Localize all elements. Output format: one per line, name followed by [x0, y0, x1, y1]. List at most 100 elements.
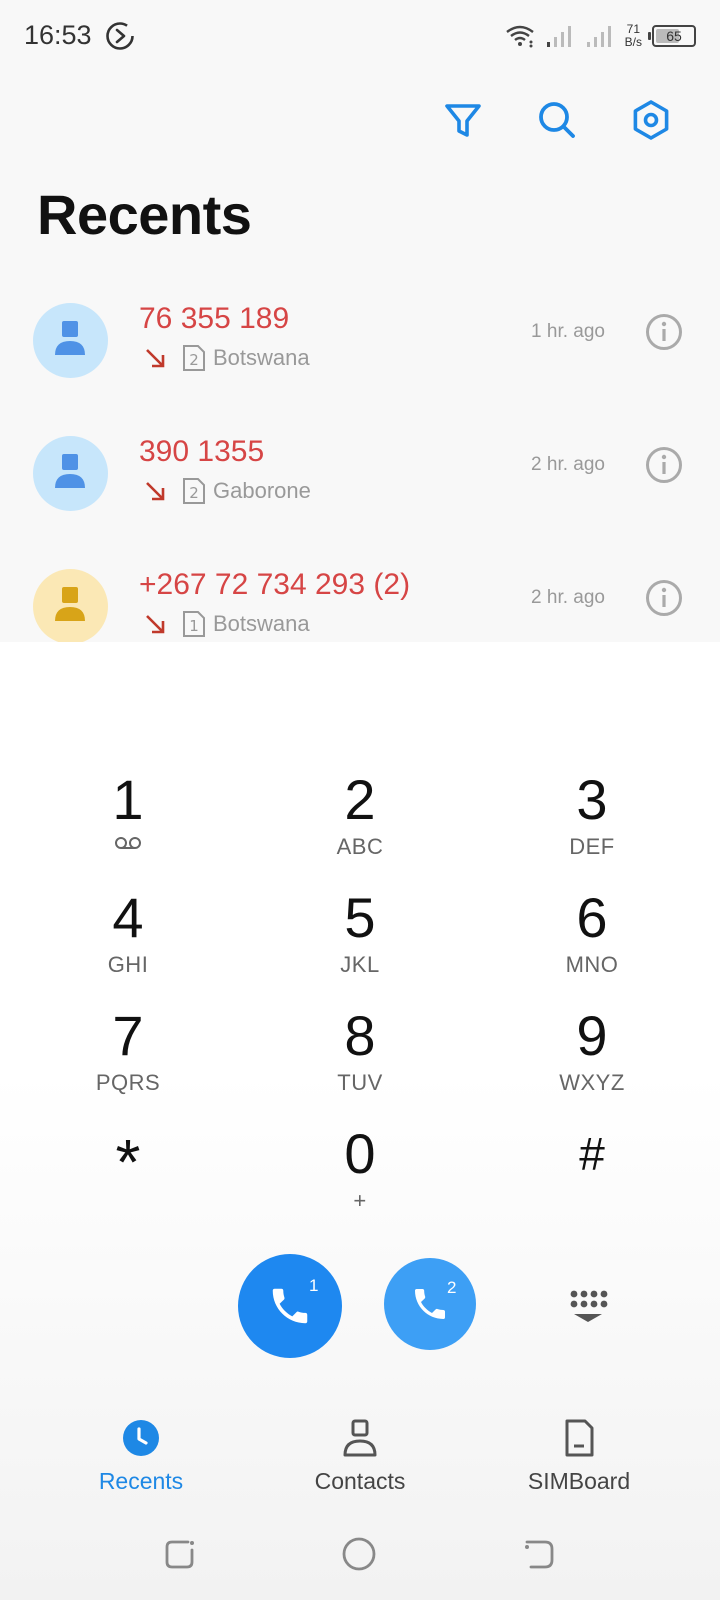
wifi-icon [505, 25, 534, 48]
battery-icon: 65 [648, 25, 696, 47]
timer-icon [106, 22, 134, 50]
system-navigation-bar [0, 1530, 720, 1580]
call-count: (2) [373, 568, 411, 601]
key-letters: GHI [107, 952, 149, 977]
call-time: 1 hr. ago [531, 321, 605, 342]
dialpad-key-4[interactable]: 4 GHI [48, 888, 208, 1000]
status-time: 16:53 [24, 20, 92, 50]
status-bar: 16:53 71 B/s 65 [0, 0, 720, 72]
call-number: 76 355 189 [139, 302, 289, 336]
phone-icon [272, 1288, 308, 1324]
call-log-item[interactable]: 76 355 189 2 Botswana 1 hr. ago [0, 280, 720, 416]
key-digit: 8 [344, 1004, 376, 1067]
key-digit: 3 [576, 768, 608, 831]
tab-recents-label: Recents [98, 1468, 184, 1494]
call-sim2-button[interactable]: 2 [384, 1258, 476, 1350]
call-number-text: 76 355 189 [139, 302, 290, 335]
dialpad-key-7[interactable]: 7 PQRS [48, 1006, 208, 1118]
call-sim1-button[interactable]: 1 [238, 1254, 342, 1358]
person-icon [55, 454, 85, 488]
call-location: Botswana [213, 611, 310, 636]
sim-card-icon: 2 [183, 345, 205, 371]
person-icon [343, 1419, 377, 1457]
back-icon[interactable] [521, 1536, 557, 1572]
key-letters: ABC [336, 834, 384, 859]
voicemail-icon [115, 837, 141, 849]
sim-card-icon [565, 1419, 594, 1457]
call-time: 2 hr. ago [531, 587, 605, 608]
tab-recents[interactable]: Recents [51, 1410, 231, 1495]
key-digit: 9 [576, 1004, 608, 1067]
clock-icon [123, 1420, 159, 1456]
filter-icon[interactable] [441, 98, 485, 142]
key-digit: 2 [344, 768, 376, 831]
call-number-text: 390 1355 [139, 435, 265, 468]
key-digit: 4 [112, 886, 144, 949]
sim-number: 1 [189, 617, 199, 635]
info-icon[interactable] [645, 579, 683, 617]
phone-icon [415, 1289, 445, 1319]
call-location: Gaborone [213, 478, 311, 503]
person-icon [55, 321, 85, 355]
person-icon [55, 587, 85, 621]
missed-call-arrow-icon [146, 349, 165, 368]
recents-list: 76 355 189 2 Botswana 1 hr. ago 390 1355… [0, 280, 720, 642]
dialpad-key-8[interactable]: 8 TUV [280, 1006, 440, 1118]
key-letters: TUV [337, 1070, 383, 1095]
dialpad-key-2[interactable]: 2 ABC [280, 770, 440, 882]
settings-icon[interactable] [629, 98, 673, 142]
sim-label: 1 [309, 1276, 319, 1295]
signal-sim1-icon [546, 26, 571, 47]
key-digit: * [115, 1126, 141, 1198]
key-letters: JKL [340, 952, 380, 977]
dialpad-key-9[interactable]: 9 WXYZ [512, 1006, 672, 1118]
key-letters: MNO [565, 952, 619, 977]
dialpad-key-1[interactable]: 1 [48, 770, 208, 882]
contact-avatar [33, 569, 108, 642]
key-letters: WXYZ [559, 1070, 625, 1095]
dialpad-key-5[interactable]: 5 JKL [280, 888, 440, 1000]
info-icon[interactable] [645, 313, 683, 351]
call-meta: 2 Botswana [143, 344, 310, 372]
key-digit: # [579, 1128, 605, 1180]
sim-card-icon: 2 [183, 478, 205, 504]
dialpad-key-3[interactable]: 3 DEF [512, 770, 672, 882]
key-digit: 0 [344, 1122, 376, 1185]
search-icon[interactable] [535, 98, 579, 142]
recent-apps-icon[interactable] [162, 1536, 198, 1572]
status-indicators: 71 B/s 65 [505, 18, 696, 54]
tab-simboard-label: SIMBoard [527, 1468, 631, 1494]
sim-number: 2 [189, 484, 199, 502]
key-letters: DEF [569, 834, 615, 859]
missed-call-arrow-icon [146, 482, 165, 501]
tab-simboard[interactable]: SIMBoard [489, 1410, 669, 1495]
dialpad-key-star[interactable]: * [48, 1124, 208, 1236]
sim-number: 2 [189, 351, 199, 369]
page-title: Recents [37, 183, 252, 246]
tab-contacts[interactable]: Contacts [270, 1410, 450, 1495]
call-number: +267 72 734 293 (2) [139, 568, 410, 602]
call-time: 2 hr. ago [531, 454, 605, 475]
call-meta: 2 Gaborone [143, 477, 311, 505]
call-log-item[interactable]: +267 72 734 293 (2) 1 Botswana 2 hr. ago [0, 546, 720, 642]
key-digit: 5 [344, 886, 376, 949]
missed-call-arrow-icon [146, 615, 165, 634]
dialpad-hide-icon[interactable] [566, 1288, 610, 1328]
network-speed-unit: B/s [624, 35, 642, 49]
key-digit: 7 [112, 1004, 144, 1067]
info-icon[interactable] [645, 446, 683, 484]
dialpad-key-hash[interactable]: # [512, 1124, 672, 1236]
call-meta: 1 Botswana [143, 610, 310, 638]
bottom-navigation: Recents Contacts SIMBoard [0, 1410, 720, 1510]
call-log-item[interactable]: 390 1355 2 Gaborone 2 hr. ago [0, 413, 720, 549]
sim-card-icon: 1 [183, 611, 205, 637]
contact-avatar [33, 436, 108, 511]
dialpad-key-0[interactable]: 0 + [280, 1124, 440, 1236]
home-icon[interactable] [341, 1536, 377, 1572]
key-digit: 6 [576, 886, 608, 949]
signal-sim2-icon [586, 26, 611, 47]
key-letters: + [353, 1188, 367, 1213]
key-digit: 1 [112, 768, 144, 831]
dialpad-key-6[interactable]: 6 MNO [512, 888, 672, 1000]
network-speed: 71 B/s [625, 23, 642, 49]
